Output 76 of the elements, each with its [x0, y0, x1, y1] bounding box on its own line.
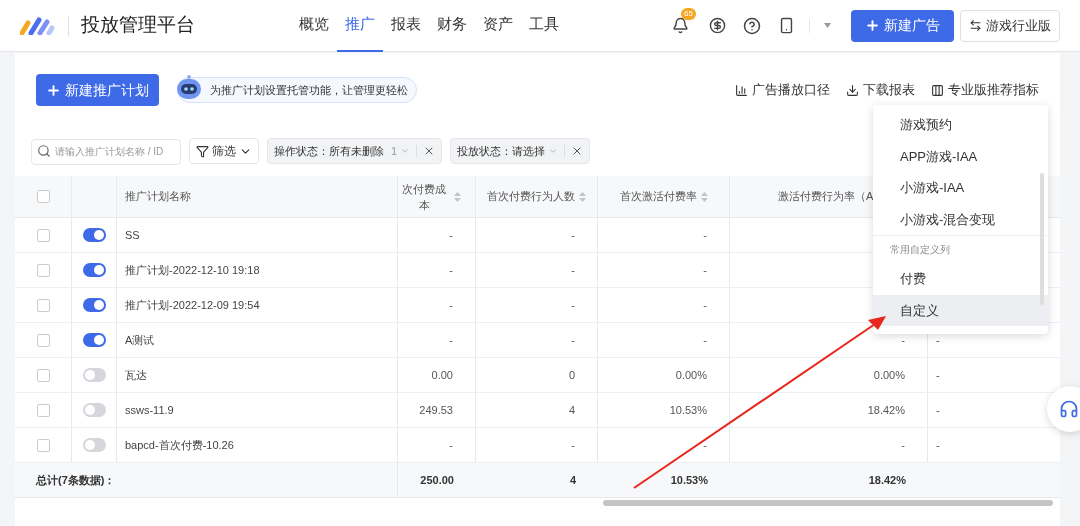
nav-tab[interactable]: 财务 [429, 0, 475, 52]
table-cell-text: 18.42% [867, 402, 905, 418]
search-field[interactable]: 请输入推广计划名称 / ID [31, 138, 181, 165]
plan-name: 推广计划-2022-12-09 19:54 [125, 297, 260, 313]
column-header: 激活付费行为率（A [778, 189, 874, 205]
table-cell-text: 10.53% [669, 402, 707, 418]
nav-tab[interactable]: 资产 [475, 0, 521, 52]
column-header: 次付费成本 [401, 181, 447, 213]
table-cell-text: - [449, 227, 453, 243]
toolbar-link[interactable]: 专业版推荐指标 [931, 80, 1039, 100]
table-cell-text: - [571, 297, 575, 313]
table-cell-text: 4 [568, 402, 575, 418]
new-plan-button[interactable]: 新建推广计划 [36, 74, 159, 106]
app-title: 投放管理平台 [81, 13, 195, 38]
table-cell-text: - [449, 297, 453, 313]
nav-tab[interactable]: 工具 [521, 0, 567, 52]
table-cell-text: - [703, 437, 707, 453]
table-cell-text: - [936, 367, 940, 383]
table-cell-text: - [901, 437, 905, 453]
table-cell-text: - [703, 262, 707, 278]
nav-tab[interactable]: 报表 [383, 0, 429, 52]
plan-name: SS [125, 227, 140, 243]
table-cell-text: - [703, 297, 707, 313]
filter-button[interactable]: 筛选 [189, 138, 259, 164]
assistant-tip[interactable]: 为推广计划设置托管功能，让管理更轻松 [177, 77, 417, 103]
menu-item[interactable]: 游戏预约 [873, 109, 1048, 141]
table-cell-text: 0 [568, 367, 575, 383]
table-cell-text: 0.00% [873, 367, 905, 383]
table-cell-text: 0.00 [431, 367, 453, 383]
nav-tab[interactable]: 概览 [291, 0, 337, 52]
table-cell-text: - [449, 332, 453, 348]
filter-tag[interactable]: 投放状态：请选择 [450, 138, 591, 164]
table-cell-text: 249.53 [419, 402, 453, 418]
menu-item[interactable]: APP游戏-IAA [873, 140, 1048, 172]
table-cell-text: 0.00% [675, 367, 707, 383]
menu-item[interactable]: 小游戏-混合变现 [873, 203, 1048, 235]
new-ad-button[interactable]: 新建广告 [851, 9, 954, 42]
menu-item[interactable]: 小游戏-IAA [873, 172, 1048, 204]
menu-group-label: 常用自定义列 [890, 243, 950, 257]
menu-item[interactable]: 付费 [873, 263, 1048, 295]
table-cell-text: - [901, 332, 905, 348]
notification-badge: 65 [681, 8, 696, 20]
plan-name: 瓦达 [125, 367, 147, 383]
plan-name: bapcd-首次付费-10.26 [125, 437, 234, 453]
industry-button[interactable]: 游戏行业版 [960, 9, 1060, 42]
plan-name: A测试 [125, 332, 155, 348]
table-cell-text: - [936, 402, 940, 418]
filter-tag-count: 1 [391, 143, 398, 159]
column-header: 首次激活付费率 [619, 189, 697, 205]
table-cell-text: - [703, 332, 707, 348]
filter-tag-label: 操作状态：所有未删除 [274, 143, 384, 159]
total-cell-text: 10.53% [670, 472, 708, 488]
assistant-tip-text: 为推广计划设置托管功能，让管理更轻松 [210, 82, 408, 98]
table-cell-text: - [571, 227, 575, 243]
total-cell-text: 4 [569, 472, 576, 488]
table-cell-text: - [449, 262, 453, 278]
column-header: 首次付费行为人数 [487, 189, 575, 205]
plan-name: 推广计划-2022-12-10 19:18 [125, 262, 260, 278]
table-cell-text: - [449, 437, 453, 453]
plan-name: ssws-11.9 [125, 402, 174, 418]
nav-tab[interactable]: 推广 [337, 0, 383, 52]
total-label: 总计(7条数据)： [36, 472, 116, 488]
table-cell-text: - [936, 437, 940, 453]
filter-tag[interactable]: 操作状态：所有未删除 1 [267, 138, 443, 164]
table-cell-text: - [571, 262, 575, 278]
toolbar-link[interactable]: 下载报表 [846, 80, 915, 100]
toolbar-link[interactable]: 广告播放口径 [735, 80, 830, 100]
total-cell-text: 250.00 [420, 472, 454, 488]
menu-item[interactable]: 自定义 [873, 294, 1048, 326]
table-cell-text: - [571, 332, 575, 348]
table-cell-text: - [936, 332, 940, 348]
total-cell-text: 18.42% [868, 472, 906, 488]
filter-tag-label: 投放状态：请选择 [457, 143, 546, 159]
table-cell-text: - [571, 437, 575, 453]
table-cell-text: - [703, 227, 707, 243]
column-header: 推广计划名称 [125, 189, 191, 205]
